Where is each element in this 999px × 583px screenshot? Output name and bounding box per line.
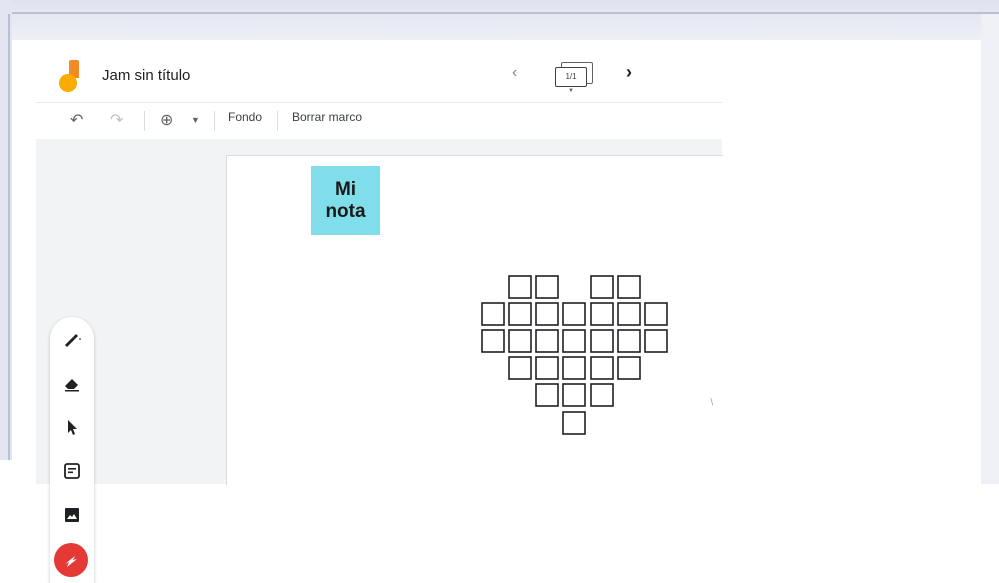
select-tool[interactable] — [60, 415, 84, 439]
jamboard-logo[interactable] — [59, 60, 81, 92]
tool-palette — [50, 317, 94, 583]
stray-mark: / — [708, 397, 717, 408]
outer-frame-line — [8, 12, 999, 14]
background-button[interactable]: Fondo — [228, 110, 262, 124]
chevron-right-icon: › — [626, 62, 632, 82]
clear-frame-button[interactable]: Borrar marco — [292, 110, 362, 124]
previous-frame-button[interactable]: ‹ — [512, 64, 517, 82]
zoom-icon[interactable]: ⊕ — [160, 110, 173, 130]
frame-bar-toggle[interactable]: 1/1 ▼ — [555, 62, 593, 94]
outer-frame-right — [981, 14, 999, 484]
laser-icon — [65, 556, 77, 567]
undo-icon[interactable]: ↶ — [70, 110, 83, 130]
sticky-note[interactable]: Mi nota — [311, 166, 380, 235]
image-tool[interactable] — [60, 503, 84, 527]
pen-tool[interactable] — [60, 327, 84, 351]
outer-frame-top — [0, 0, 999, 40]
whiteboard-canvas[interactable]: Mi nota / — [226, 155, 723, 485]
laser-tool[interactable] — [54, 543, 88, 577]
frame-counter: 1/1 — [555, 67, 587, 87]
heart-drawing[interactable] — [481, 274, 671, 440]
pen-icon — [65, 334, 81, 347]
next-frame-button[interactable]: › — [626, 62, 632, 83]
chevron-left-icon: ‹ — [512, 64, 518, 81]
select-icon — [68, 420, 77, 435]
eraser-icon — [65, 379, 79, 392]
jam-title[interactable]: Jam sin título — [102, 67, 190, 84]
zoom-dropdown-icon[interactable]: ▼ — [191, 115, 200, 125]
jamboard-app: Jam sin título ‹ 1/1 ▼ › ↶ ↷ ⊕ ▼ Fondo B… — [36, 40, 980, 583]
redo-icon[interactable]: ↷ — [110, 110, 123, 130]
sticky-note-tool[interactable] — [60, 459, 84, 483]
image-icon — [65, 508, 79, 522]
app-header: Jam sin título ‹ 1/1 ▼ › — [36, 40, 722, 102]
outer-frame-left-line — [8, 14, 10, 460]
outer-frame-left — [0, 0, 12, 460]
caret-down-icon: ▼ — [568, 88, 574, 94]
sticky-note-icon — [64, 463, 80, 479]
toolbar: ↶ ↷ ⊕ ▼ Fondo Borrar marco — [36, 102, 722, 140]
heart-squares — [481, 275, 668, 435]
workspace: Mi nota / — [36, 139, 723, 583]
eraser-tool[interactable] — [60, 371, 84, 395]
